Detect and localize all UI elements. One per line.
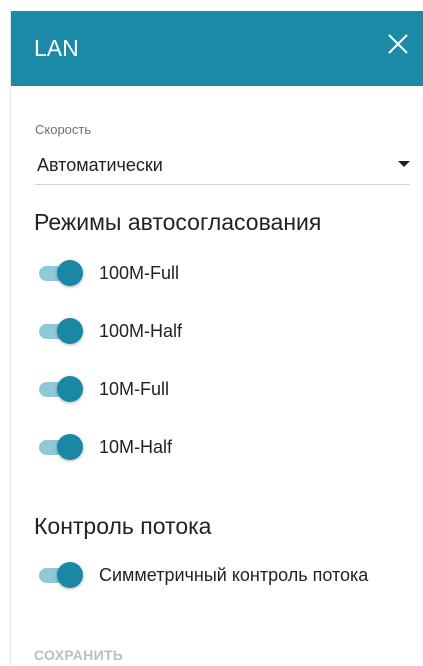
toggle-label: 100M-Half: [99, 321, 183, 341]
toggle-label: 100M-Full: [99, 263, 180, 283]
panel-title: LAN: [34, 35, 79, 61]
speed-label: Скорость: [35, 122, 92, 137]
toggle-label: 10M-Half: [99, 437, 173, 457]
toggle-label: Симметричный контроль потока: [99, 565, 369, 585]
toggle-knob: [57, 260, 83, 286]
toggle-knob: [57, 434, 83, 460]
toggle-knob: [57, 562, 83, 588]
toggle-100m-full[interactable]: 100M-Full: [37, 258, 397, 288]
toggle-knob: [57, 318, 83, 344]
toggle-knob: [57, 376, 83, 402]
flow-control-title: Контроль потока: [34, 513, 212, 539]
chevron-down-icon: [398, 161, 410, 167]
toggle-label: 10M-Full: [99, 379, 170, 399]
toggle-10m-half[interactable]: 10M-Half: [37, 432, 397, 462]
lan-settings-panel: LAN Скорость Автоматически Режимы автосо…: [10, 11, 423, 666]
speed-select[interactable]: Автоматически: [35, 145, 410, 185]
toggle-10m-full[interactable]: 10M-Full: [37, 374, 397, 404]
speed-select-value: Автоматически: [37, 155, 163, 175]
toggle-100m-half[interactable]: 100M-Half: [37, 316, 397, 346]
close-icon[interactable]: [386, 32, 410, 56]
panel-header: LAN: [11, 11, 423, 86]
toggle-symmetric-flow-control[interactable]: Симметричный контроль потока: [37, 560, 397, 590]
autonegotiation-title: Режимы автосогласования: [34, 209, 322, 235]
save-button[interactable]: СОХРАНИТЬ: [34, 647, 123, 663]
